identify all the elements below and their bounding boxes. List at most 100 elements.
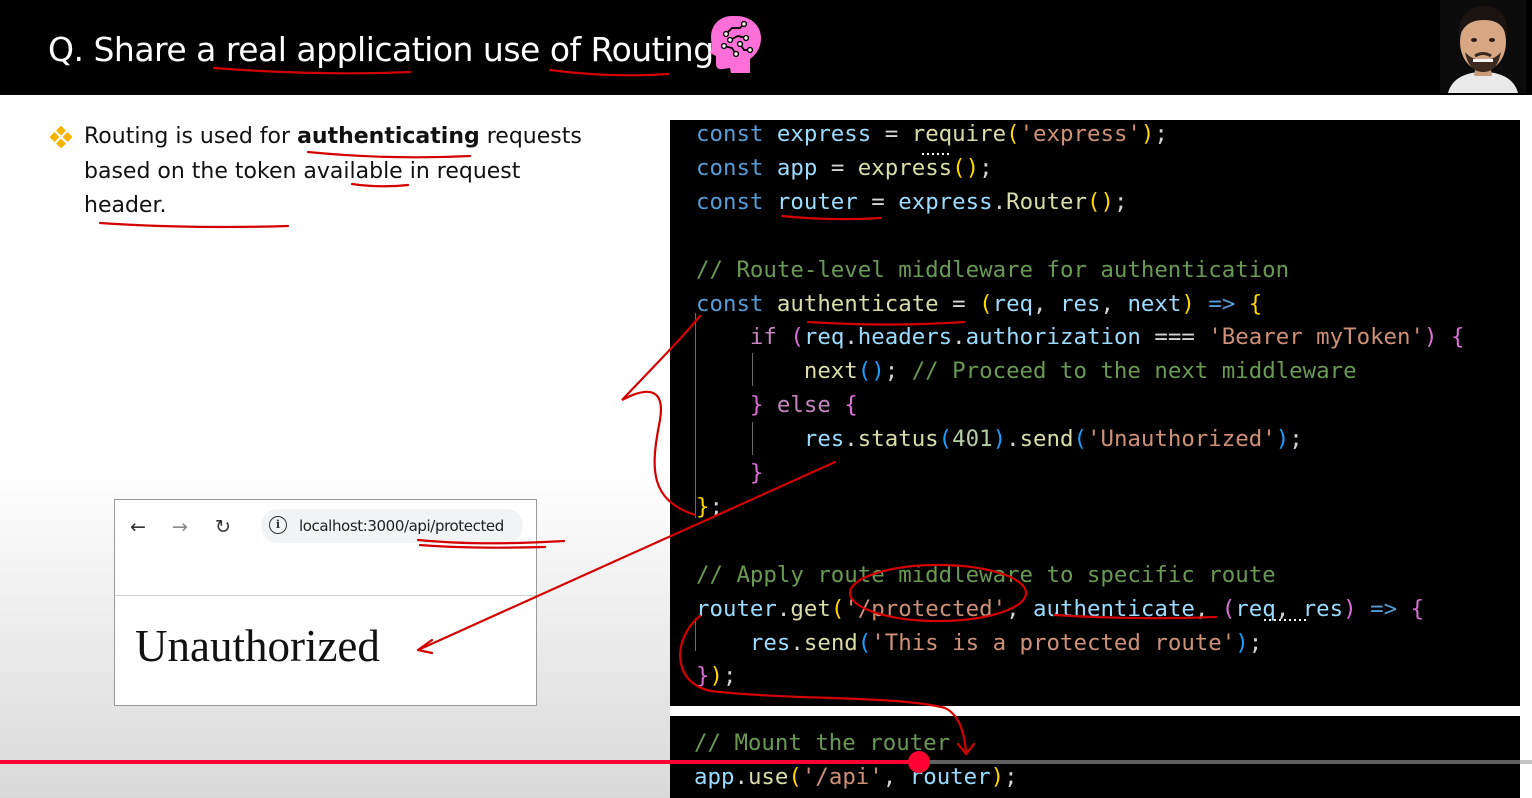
indent-guide xyxy=(752,422,753,455)
code-token: => xyxy=(1208,290,1236,317)
code-token: ; xyxy=(709,493,723,520)
code-token: res xyxy=(1060,290,1101,317)
code-token: 'express' xyxy=(1019,121,1141,147)
code-token: 401 xyxy=(952,426,993,453)
bullet-text-lead: Routing is used for xyxy=(84,124,298,149)
code-token: ; xyxy=(1154,121,1168,147)
video-progress-bar[interactable] xyxy=(0,751,1532,773)
code-token: ; xyxy=(722,663,737,690)
code-token: . xyxy=(1006,426,1020,453)
code-token: ( xyxy=(938,426,953,453)
code-token: router xyxy=(696,595,777,622)
back-arrow-icon[interactable]: ← xyxy=(125,514,151,540)
code-line: // Route-level middleware for authentica… xyxy=(696,256,1289,284)
info-icon[interactable]: i xyxy=(269,516,287,534)
code-token: , xyxy=(1006,595,1034,622)
code-line: } xyxy=(696,459,763,487)
code-token: express xyxy=(776,121,872,147)
code-token: () xyxy=(1086,188,1114,215)
code-token: () xyxy=(952,154,980,181)
code-token: ( xyxy=(1073,426,1087,453)
code-line: router.get('/protected', authenticate, (… xyxy=(696,595,1424,623)
code-token: express xyxy=(857,154,953,181)
code-token: () xyxy=(857,358,885,385)
address-bar[interactable]: i localhost:3000/api/protected xyxy=(261,509,523,543)
code-token: , xyxy=(1275,595,1303,622)
page-response-text: Unauthorized xyxy=(135,621,380,671)
code-token: ; xyxy=(979,154,993,181)
code-token: = xyxy=(857,188,899,215)
code-token: { xyxy=(1248,290,1263,317)
code-line: const authenticate = (req, res, next) =>… xyxy=(696,290,1262,318)
code-token: } xyxy=(749,460,764,486)
code-token: = xyxy=(817,154,858,181)
code-token: // Apply route middleware to specific ro… xyxy=(696,561,1276,588)
code-token: ( xyxy=(857,629,872,656)
code-token: next xyxy=(803,358,858,385)
title-bar: Q. Share a real application use of Routi… xyxy=(0,0,1532,95)
code-token: ( xyxy=(788,764,802,790)
code-line: res.send('This is a protected route'); xyxy=(696,629,1262,657)
code-token: , xyxy=(1100,290,1128,317)
code-token: Router xyxy=(1006,188,1087,215)
code-line: app.use('/api', router); xyxy=(694,763,1018,791)
code-token: . xyxy=(776,595,791,622)
text-underline xyxy=(98,221,290,229)
code-token: send xyxy=(803,629,858,656)
code-line: res.status(401).send('Unauthorized'); xyxy=(696,425,1303,453)
code-line: } else { xyxy=(696,391,858,419)
code-token: ( xyxy=(1221,595,1236,622)
code-token: authorization xyxy=(965,324,1141,351)
code-token: headers xyxy=(857,324,953,351)
code-token: = xyxy=(938,290,980,317)
code-editor-mount: // Mount the router app.use('/api', route… xyxy=(670,716,1520,798)
code-token: const xyxy=(696,290,764,317)
code-token: use xyxy=(747,764,789,790)
code-token: res xyxy=(1302,595,1344,622)
code-token: { xyxy=(1410,595,1425,622)
reload-icon[interactable]: ↻ xyxy=(210,514,236,540)
code-token: , xyxy=(1194,595,1222,622)
indent-guide xyxy=(752,353,753,386)
code-token: send xyxy=(1019,426,1074,453)
code-token: === xyxy=(1140,324,1209,351)
code-token: ; xyxy=(884,358,912,385)
code-line: const express = require('express'); xyxy=(696,120,1168,148)
code-token: // Proceed to the next middleware xyxy=(911,358,1357,385)
code-token: ) xyxy=(709,663,723,690)
code-token: ; xyxy=(1004,764,1018,790)
slide-title: Q. Share a real application use of Routi… xyxy=(48,30,731,69)
code-token: ; xyxy=(1248,629,1263,656)
code-line: }; xyxy=(696,493,723,521)
code-token: status xyxy=(857,426,939,453)
code-token: authenticate xyxy=(776,290,939,317)
code-token: authenticate xyxy=(1033,595,1195,622)
code-token: express xyxy=(898,188,993,215)
code-token: if xyxy=(749,324,777,351)
code-token: ; xyxy=(1113,188,1128,215)
code-line: // Apply route middleware to specific ro… xyxy=(696,561,1276,589)
code-line: }); xyxy=(696,662,736,690)
bullet-text-bold: authenticating xyxy=(297,124,480,149)
code-token: res xyxy=(749,629,791,656)
code-token: { xyxy=(1450,324,1465,351)
code-token: ) xyxy=(990,764,1005,790)
code-token: ) xyxy=(1235,629,1249,656)
brain-circuit-icon xyxy=(710,16,761,73)
code-token: } xyxy=(749,392,764,419)
diamond-bullet-icon xyxy=(50,126,72,148)
code-editor-main: const express = require('express'); const… xyxy=(670,120,1520,706)
forward-arrow-icon[interactable]: → xyxy=(167,514,193,540)
url-text[interactable]: localhost:3000/api/protected xyxy=(299,517,504,535)
code-token: = xyxy=(871,121,912,147)
